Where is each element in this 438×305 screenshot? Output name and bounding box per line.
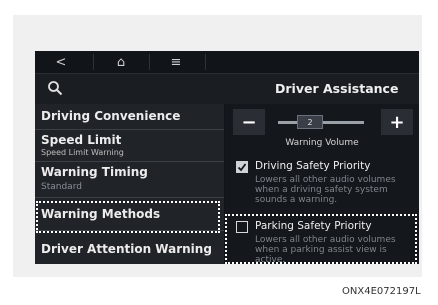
settings-menu: Driving Convenience Speed Limit Speed Li…: [35, 104, 224, 264]
menu-item-warning-methods[interactable]: Warning Methods: [35, 198, 224, 231]
home-icon: ⌂: [116, 54, 126, 70]
option-driving-safety-priority[interactable]: Driving Safety Priority Lowers all other…: [225, 160, 419, 210]
volume-slider-thumb[interactable]: 2: [297, 115, 323, 129]
menu-item-sublabel: Standard: [41, 182, 82, 192]
page-title: Driver Assistance: [275, 81, 399, 96]
volume-up-button[interactable]: +: [381, 109, 413, 135]
menu-item-sublabel: Speed Limit Warning: [41, 148, 124, 157]
back-button[interactable]: <: [50, 51, 72, 73]
divider: [93, 54, 94, 70]
menu-button[interactable]: ≡: [165, 51, 187, 73]
menu-item-label: Warning Timing: [41, 165, 148, 179]
menu-icon: ≡: [170, 54, 182, 70]
minus-icon: −: [241, 111, 257, 133]
back-icon: <: [55, 54, 67, 70]
divider: [149, 54, 150, 70]
divider: [205, 54, 206, 70]
option-title: Parking Safety Priority: [255, 220, 372, 232]
search-button[interactable]: [47, 80, 63, 96]
option-title: Driving Safety Priority: [255, 160, 371, 172]
menu-item-label: Warning Methods: [41, 207, 161, 221]
volume-down-button[interactable]: −: [233, 109, 265, 135]
option-parking-safety-priority[interactable]: Parking Safety Priority Lowers all other…: [225, 217, 419, 264]
menu-item-driver-attention-warning[interactable]: Driver Attention Warning: [35, 231, 224, 264]
plus-icon: +: [389, 111, 405, 133]
settings-detail-panel: − 2 + Warning Volume Driving Safety Prio…: [225, 104, 419, 264]
checkbox-checked[interactable]: [236, 161, 248, 173]
menu-item-speed-limit[interactable]: Speed Limit Speed Limit Warning: [35, 130, 224, 162]
infotainment-screen: < ⌂ ≡ Driver Assistance Driving Convenie…: [35, 51, 419, 264]
volume-value: 2: [307, 117, 313, 127]
home-button[interactable]: ⌂: [110, 51, 132, 73]
header-bar: Driver Assistance: [35, 73, 419, 104]
checkbox-unchecked[interactable]: [236, 221, 248, 233]
menu-item-driving-convenience[interactable]: Driving Convenience: [35, 104, 224, 130]
volume-control: − 2 + Warning Volume: [225, 104, 419, 152]
figure-caption: ONX4E072197L: [342, 286, 421, 297]
option-description: Lowers all other audio volumes when a pa…: [255, 235, 396, 264]
menu-item-label: Driver Attention Warning: [41, 242, 212, 256]
top-bar: < ⌂ ≡: [35, 51, 419, 73]
option-description: Lowers all other audio volumes when a dr…: [255, 175, 396, 205]
check-icon: [237, 163, 247, 172]
volume-label: Warning Volume: [285, 138, 359, 148]
menu-item-label: Driving Convenience: [41, 109, 181, 123]
menu-item-label: Speed Limit: [41, 133, 122, 147]
menu-item-warning-timing[interactable]: Warning Timing Standard: [35, 162, 224, 198]
search-icon: [48, 81, 63, 96]
